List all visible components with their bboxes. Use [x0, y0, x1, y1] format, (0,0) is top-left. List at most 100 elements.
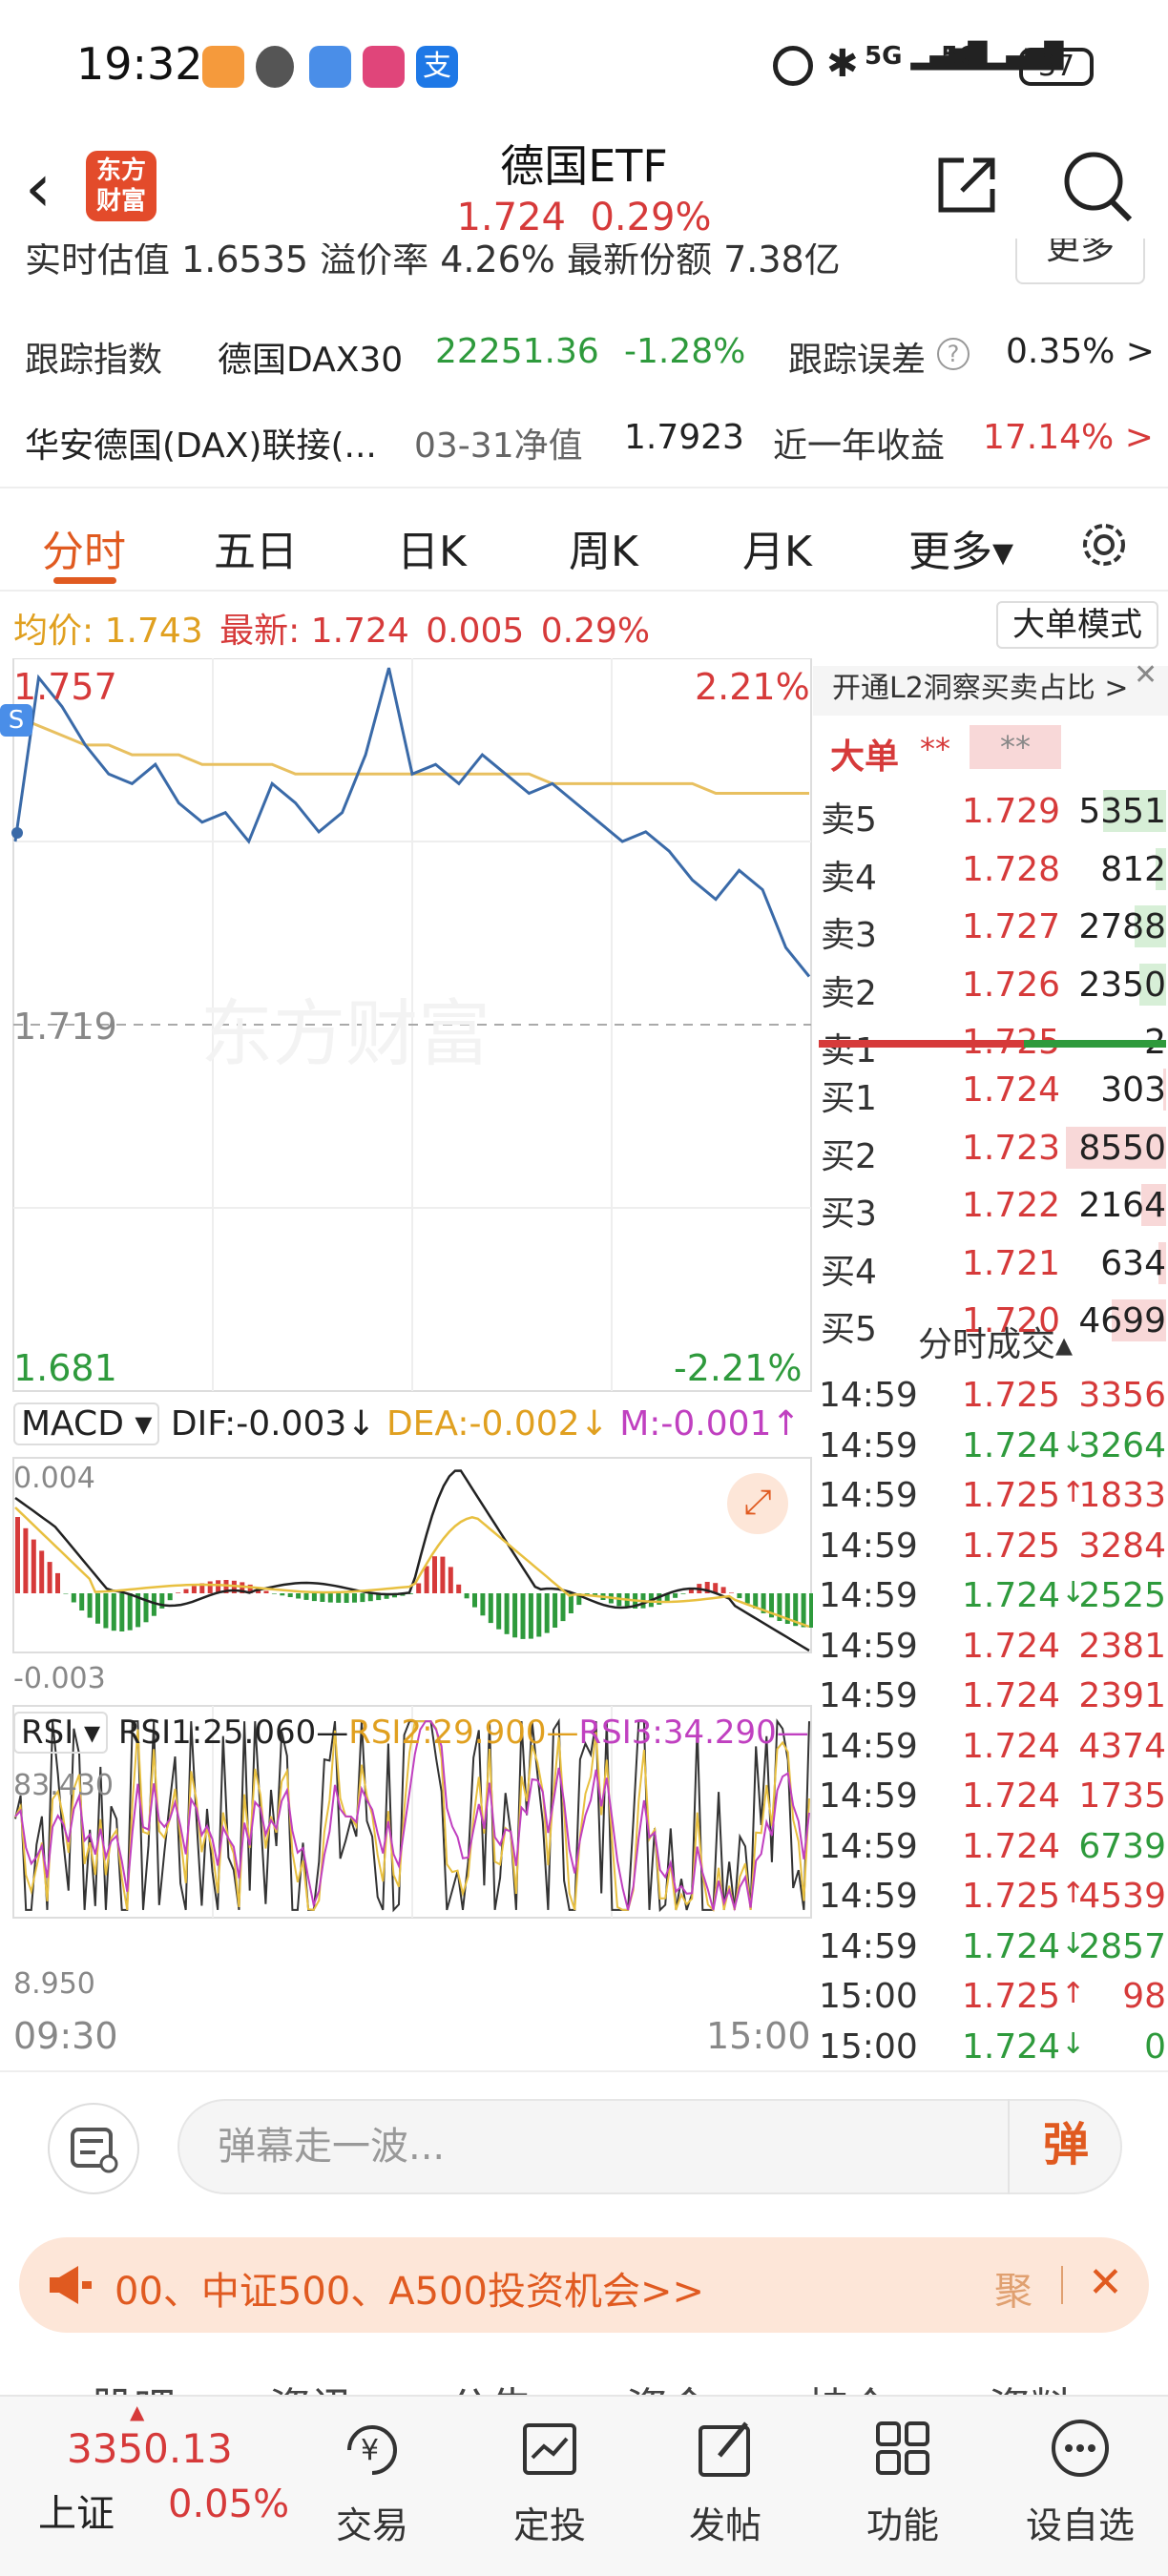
- macd-bar: [416, 1583, 422, 1593]
- macd-bar: [63, 1593, 69, 1594]
- trade-row: 15:00 1.725 ↑ 98: [819, 1973, 1166, 2019]
- macd-bar: [31, 1539, 36, 1593]
- expand-icon[interactable]: ⤢: [727, 1473, 788, 1534]
- svg-text:¥: ¥: [361, 2434, 379, 2467]
- macd-bar: [79, 1593, 85, 1610]
- macd-bar: [127, 1593, 133, 1631]
- banner-close-icon[interactable]: ✕: [1088, 2258, 1123, 2307]
- nav-functions[interactable]: 功能: [845, 2416, 960, 2548]
- tab-five-day[interactable]: 五日: [214, 517, 298, 578]
- level-price: 1.727: [962, 907, 1061, 946]
- macd-bar: [39, 1550, 45, 1593]
- level-volume: 634: [1100, 1243, 1166, 1283]
- trade-time: 14:59: [819, 1476, 918, 1515]
- macd-bar: [472, 1593, 477, 1608]
- sub-tabs: 股吧 资讯 公告 资金 持仓 资料: [0, 2366, 1168, 2395]
- trade-row: 14:59 1.724 2391: [819, 1672, 1166, 1718]
- danmu-send-button[interactable]: 弹: [1008, 2099, 1122, 2194]
- danmu-settings-icon[interactable]: [48, 2103, 139, 2194]
- year-return-label: 近一年收益: [773, 426, 946, 466]
- macd-bar: [327, 1593, 333, 1603]
- trade-row: 14:59 1.725 ↑ 1833: [819, 1472, 1166, 1518]
- share-icon[interactable]: [935, 155, 998, 216]
- index-name: 上证: [38, 2492, 115, 2536]
- tab-intraday[interactable]: 分时: [42, 517, 126, 578]
- trade-direction-icon: ↓: [1061, 2026, 1086, 2061]
- trade-price: 1.725: [962, 1526, 1061, 1566]
- close-icon[interactable]: ✕: [1134, 658, 1158, 692]
- trade-volume: 1735: [1078, 1776, 1166, 1816]
- macd-min-label: -0.003: [13, 1662, 106, 1695]
- trade-price: 1.725: [962, 1877, 1061, 1916]
- macd-dif-line: [14, 1469, 810, 1652]
- more-button[interactable]: 更多: [1015, 239, 1145, 284]
- big-order-value-box: **: [970, 725, 1061, 769]
- level-name: 卖1: [821, 1031, 877, 1070]
- trade-volume: 2381: [1078, 1626, 1166, 1666]
- bid-row[interactable]: 买2 1.723 8550: [821, 1125, 1166, 1176]
- macd-bar: [280, 1593, 285, 1596]
- macd-bar: [553, 1593, 558, 1628]
- nav-auto-invest[interactable]: 定投: [492, 2416, 607, 2548]
- ask-row[interactable]: 卖3 1.727 2788: [821, 904, 1166, 955]
- macd-bar: [488, 1593, 493, 1624]
- macd-bar: [191, 1586, 197, 1593]
- trade-time: 14:59: [819, 1726, 918, 1766]
- macd-bar: [720, 1587, 726, 1593]
- promo-banner[interactable]: 00、中证500、A500投资机会>> 聚 ✕: [19, 2237, 1149, 2333]
- macd-bar: [536, 1593, 542, 1637]
- macd-bar: [680, 1593, 686, 1594]
- macd-bar: [23, 1527, 29, 1593]
- subtab-news[interactable]: 资讯: [269, 2374, 353, 2395]
- nav-trade[interactable]: ¥ 交易: [315, 2416, 429, 2548]
- track-error-label: 跟踪误差: [788, 341, 927, 380]
- subtab-announcement[interactable]: 公告: [448, 2374, 532, 2395]
- trade-price: 1.724: [962, 1926, 1061, 1966]
- tab-monthly-k[interactable]: 月K: [742, 517, 812, 578]
- subtab-profile[interactable]: 资料: [989, 2374, 1073, 2395]
- search-icon[interactable]: [1061, 149, 1134, 223]
- settings-gear-icon[interactable]: [1076, 517, 1132, 572]
- grid-icon: [876, 2421, 929, 2475]
- macd-selector[interactable]: MACD ▾: [13, 1402, 160, 1445]
- subtab-funds[interactable]: 资金: [626, 2374, 710, 2395]
- index-arrow-icon: ▲: [130, 2400, 145, 2423]
- macd-bar: [87, 1593, 93, 1618]
- ask-row[interactable]: 卖5 1.729 5351: [821, 788, 1166, 840]
- subtab-guba[interactable]: 股吧: [92, 2374, 176, 2395]
- trades-title[interactable]: 分时成交▴: [918, 1317, 1073, 1366]
- tab-daily-k[interactable]: 日K: [397, 517, 467, 578]
- trade-price: 1.724: [962, 1726, 1061, 1766]
- big-order-mode-button[interactable]: 大单模式: [996, 601, 1158, 649]
- macd-bar: [456, 1584, 462, 1593]
- macd-bar: [287, 1593, 293, 1597]
- bid-row[interactable]: 买3 1.722 2164: [821, 1182, 1166, 1234]
- linked-fund-name: 华安德国(DAX)联接(...: [25, 426, 377, 466]
- danmu-input[interactable]: 弹幕走一波...: [177, 2099, 1122, 2194]
- level-price: 1.726: [962, 965, 1061, 1005]
- tab-weekly-k[interactable]: 周K: [569, 517, 638, 578]
- macd-bar: [71, 1593, 76, 1603]
- macd-bar: [464, 1593, 469, 1599]
- ask-row[interactable]: 卖2 1.726 2350: [821, 962, 1166, 1013]
- level-name: 买1: [821, 1079, 877, 1118]
- index-change: 0.05%: [168, 2483, 290, 2526]
- rsi-selector[interactable]: RSI ▾: [13, 1712, 109, 1754]
- index-value[interactable]: 3350.13: [67, 2425, 233, 2472]
- trade-direction-icon: ↑: [1061, 1977, 1086, 2010]
- subtab-holdings[interactable]: 持仓: [807, 2374, 891, 2395]
- bid-row[interactable]: 买4 1.721 634: [821, 1240, 1166, 1292]
- bid-row[interactable]: 买1 1.724 303: [821, 1067, 1166, 1118]
- tab-more[interactable]: 更多▾: [908, 517, 1013, 578]
- ask-row[interactable]: 卖4 1.728 812: [821, 846, 1166, 898]
- nav-post[interactable]: 发帖: [668, 2416, 782, 2548]
- nav-add-watchlist[interactable]: 设自选: [1023, 2416, 1137, 2548]
- yen-circle-icon: ¥: [347, 2425, 397, 2475]
- level-price: 1.724: [962, 1070, 1061, 1110]
- level-price: 1.722: [962, 1186, 1061, 1225]
- trade-time: 14:59: [819, 1826, 918, 1866]
- level-name: 卖2: [821, 973, 877, 1013]
- tab-active-underline: [53, 577, 116, 584]
- l2-promo-link[interactable]: 开通L2洞察买卖占比 >: [813, 666, 1168, 716]
- bid-ask-ratio-bar: [819, 1040, 1166, 1048]
